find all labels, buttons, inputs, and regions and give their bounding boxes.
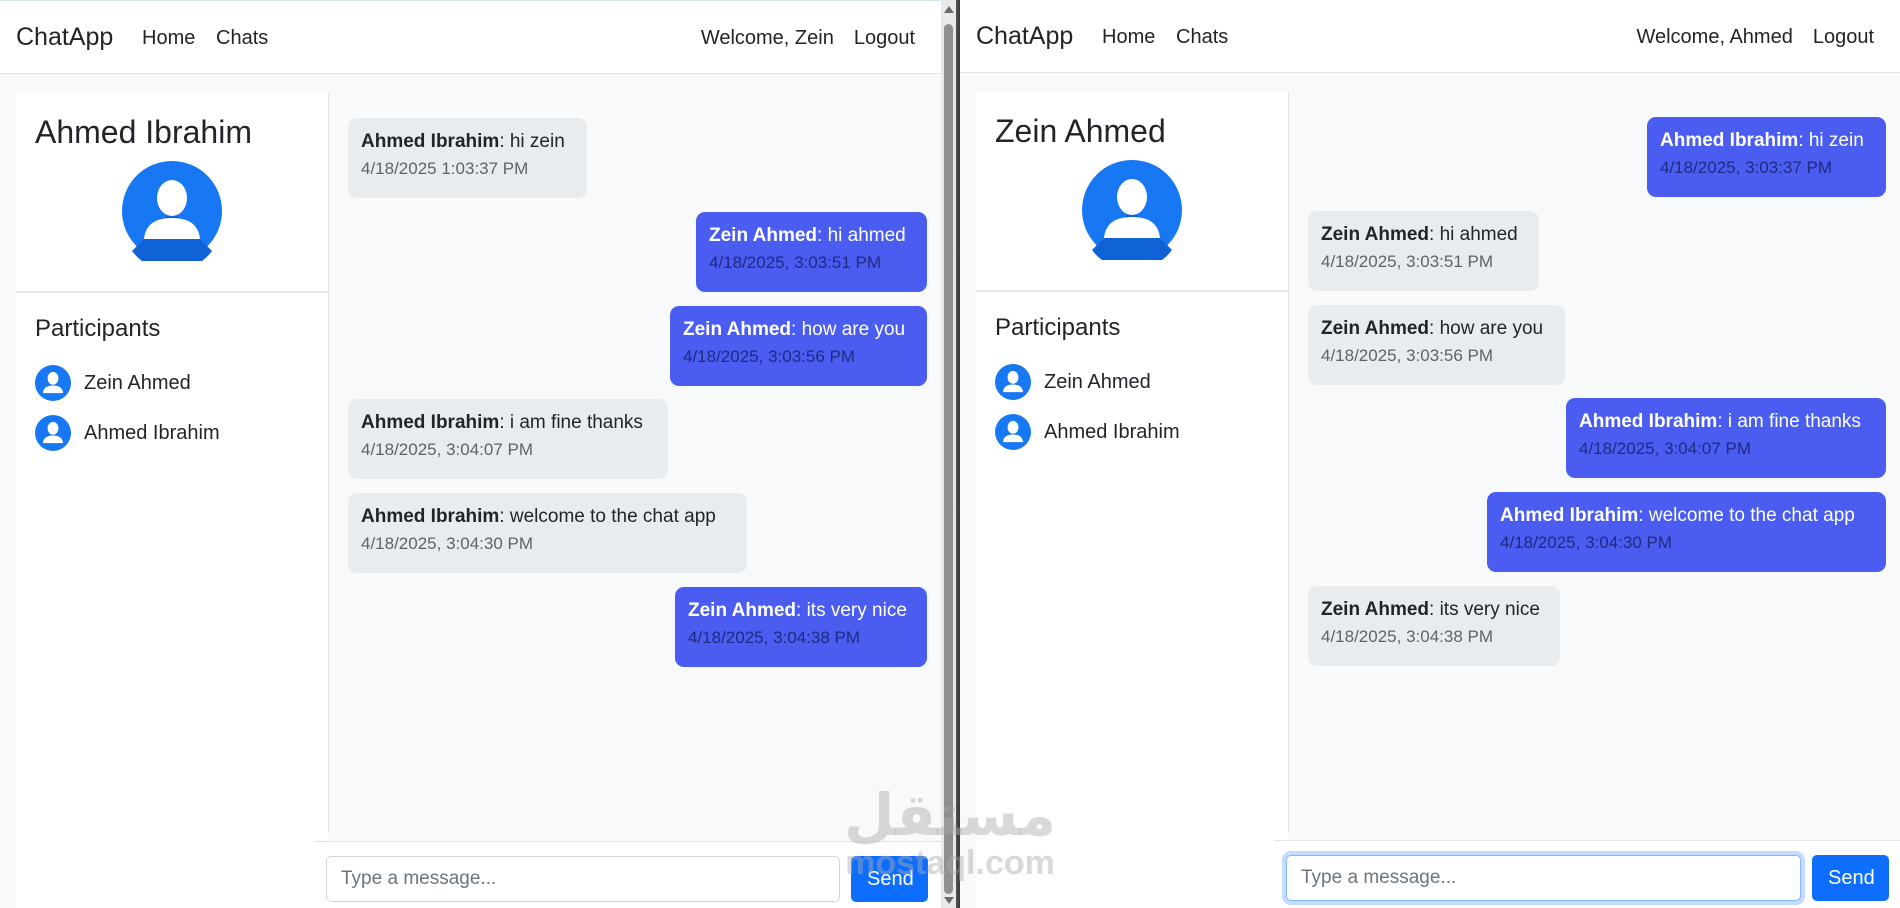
message-input[interactable] <box>1286 855 1801 901</box>
nav-home-link[interactable]: Home <box>1102 26 1155 49</box>
message-bubble: Ahmed Ibrahim: hi zein 4/18/2025 1:03:37… <box>348 118 587 198</box>
chat-partner-name: Zein Ahmed <box>995 113 1166 149</box>
participant-item[interactable]: Ahmed Ibrahim <box>995 414 1180 450</box>
message-text: : hi ahmed <box>817 225 906 246</box>
participant-item[interactable]: Ahmed Ibrahim <box>35 415 220 451</box>
nav-user-area: Welcome, Ahmed Logout <box>1636 26 1874 49</box>
message-time: 4/18/2025, 3:03:37 PM <box>1660 158 1833 177</box>
nav-chats-link[interactable]: Chats <box>216 27 268 50</box>
user-avatar-icon <box>995 414 1031 450</box>
message-sender: Zein Ahmed <box>683 319 792 340</box>
participant-item[interactable]: Zein Ahmed <box>995 364 1151 400</box>
nav-home-link[interactable]: Home <box>142 27 195 50</box>
message-text: : its very nice <box>1429 599 1540 620</box>
welcome-text: Welcome, Ahmed <box>1636 26 1793 48</box>
message-bubble: Ahmed Ibrahim: welcome to the chat app 4… <box>1487 492 1886 572</box>
logout-link[interactable]: Logout <box>1813 26 1874 49</box>
chat-partner-profile: Ahmed Ibrahim <box>16 93 328 293</box>
navbar: ChatApp Home Chats Welcome, Ahmed Logout <box>960 0 1900 73</box>
message-sender: Ahmed Ibrahim <box>1579 411 1718 432</box>
nav-chats-link[interactable]: Chats <box>1176 26 1228 49</box>
scroll-up-arrow-icon[interactable] <box>944 6 954 13</box>
message-text: : hi zein <box>499 131 565 152</box>
message-sender: Ahmed Ibrahim <box>361 506 500 527</box>
brand-link[interactable]: ChatApp <box>16 23 113 52</box>
brand-link[interactable]: ChatApp <box>976 22 1073 51</box>
send-button[interactable]: Send <box>851 856 928 902</box>
participants-title: Participants <box>35 315 161 342</box>
chat-sidebar: Ahmed Ibrahim Participants Zein Ahmed Ah… <box>16 93 328 908</box>
scroll-down-arrow-icon[interactable] <box>944 897 954 904</box>
message-bubble: Ahmed Ibrahim: i am fine thanks 4/18/202… <box>348 399 668 479</box>
message-sender: Zein Ahmed <box>1321 318 1430 339</box>
message-bubble: Ahmed Ibrahim: welcome to the chat app 4… <box>348 493 747 573</box>
message-text: : how are you <box>791 319 906 340</box>
message-time: 4/18/2025, 3:04:38 PM <box>1321 627 1494 646</box>
participant-name: Ahmed Ibrahim <box>1044 420 1180 443</box>
message-time: 4/18/2025, 3:03:51 PM <box>709 253 882 272</box>
right-chat-window: ChatApp Home Chats Welcome, Ahmed Logout… <box>960 0 1900 908</box>
message-bubble: Zein Ahmed: how are you 4/18/2025, 3:03:… <box>670 306 927 386</box>
navbar: ChatApp Home Chats Welcome, Zein Logout <box>0 1 941 74</box>
message-sender: Ahmed Ibrahim <box>1660 130 1799 151</box>
message-time: 4/18/2025, 3:03:51 PM <box>1321 252 1494 271</box>
message-sender: Zein Ahmed <box>688 600 797 621</box>
message-bubble: Ahmed Ibrahim: hi zein 4/18/2025, 3:03:3… <box>1647 117 1886 197</box>
message-bubble: Zein Ahmed: hi ahmed 4/18/2025, 3:03:51 … <box>696 212 927 292</box>
message-list: Ahmed Ibrahim: hi zein 4/18/2025 1:03:37… <box>328 93 927 833</box>
message-text: : i am fine thanks <box>499 412 643 433</box>
participant-name: Zein Ahmed <box>84 371 191 394</box>
chat-sidebar: Zein Ahmed Participants Zein Ahmed Ahmed… <box>976 92 1288 908</box>
message-bubble: Ahmed Ibrahim: i am fine thanks 4/18/202… <box>1566 398 1886 478</box>
message-sender: Zein Ahmed <box>1321 224 1430 245</box>
message-bubble: Zein Ahmed: its very nice 4/18/2025, 3:0… <box>1308 586 1560 666</box>
message-composer: Send <box>1274 840 1900 908</box>
user-avatar-icon <box>35 415 71 451</box>
send-button[interactable]: Send <box>1812 855 1889 901</box>
message-text: : how are you <box>1429 318 1544 339</box>
message-time: 4/18/2025, 3:04:07 PM <box>1579 439 1752 458</box>
left-chat-window: ChatApp Home Chats Welcome, Zein Logout … <box>0 0 941 908</box>
chat-partner-profile: Zein Ahmed <box>976 92 1288 292</box>
message-text: : hi ahmed <box>1429 224 1518 245</box>
message-input[interactable] <box>326 856 840 902</box>
screen: ChatApp Home Chats Welcome, Zein Logout … <box>0 0 1900 908</box>
scroll-thumb[interactable] <box>944 24 953 894</box>
user-avatar-icon <box>1082 160 1182 260</box>
message-text: : i am fine thanks <box>1717 411 1861 432</box>
message-time: 4/18/2025, 3:04:07 PM <box>361 440 534 459</box>
message-text: : its very nice <box>796 600 907 621</box>
participant-name: Ahmed Ibrahim <box>84 421 220 444</box>
message-bubble: Zein Ahmed: its very nice 4/18/2025, 3:0… <box>675 587 927 667</box>
message-time: 4/18/2025, 3:04:38 PM <box>688 628 861 647</box>
participant-name: Zein Ahmed <box>1044 370 1151 393</box>
user-avatar-icon <box>995 364 1031 400</box>
message-text: : hi zein <box>1798 130 1864 151</box>
message-sender: Zein Ahmed <box>1321 599 1430 620</box>
logout-link[interactable]: Logout <box>854 27 915 50</box>
message-sender: Ahmed Ibrahim <box>361 412 500 433</box>
message-text: : welcome to the chat app <box>1638 505 1855 526</box>
nav-user-area: Welcome, Zein Logout <box>701 27 915 50</box>
message-sender: Ahmed Ibrahim <box>361 131 500 152</box>
message-bubble: Zein Ahmed: hi ahmed 4/18/2025, 3:03:51 … <box>1308 211 1539 291</box>
message-text: : welcome to the chat app <box>499 506 716 527</box>
message-sender: Zein Ahmed <box>709 225 818 246</box>
message-time: 4/18/2025, 3:04:30 PM <box>1500 533 1673 552</box>
message-bubble: Zein Ahmed: how are you 4/18/2025, 3:03:… <box>1308 305 1565 385</box>
participants-title: Participants <box>995 314 1121 341</box>
message-list: Ahmed Ibrahim: hi zein 4/18/2025, 3:03:3… <box>1288 92 1886 832</box>
user-avatar-icon <box>122 161 222 261</box>
message-time: 4/18/2025 1:03:37 PM <box>361 159 529 178</box>
chat-partner-name: Ahmed Ibrahim <box>35 114 252 150</box>
message-time: 4/18/2025, 3:03:56 PM <box>683 347 856 366</box>
user-avatar-icon <box>35 365 71 401</box>
message-sender: Ahmed Ibrahim <box>1500 505 1639 526</box>
message-time: 4/18/2025, 3:04:30 PM <box>361 534 534 553</box>
message-time: 4/18/2025, 3:03:56 PM <box>1321 346 1494 365</box>
participant-item[interactable]: Zein Ahmed <box>35 365 191 401</box>
scrollbar[interactable] <box>941 0 956 908</box>
welcome-text: Welcome, Zein <box>700 27 834 49</box>
message-composer: Send <box>314 841 941 908</box>
